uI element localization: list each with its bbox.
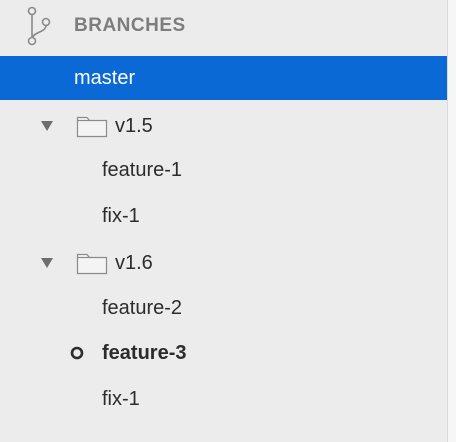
- branch-label: feature-1: [102, 159, 183, 181]
- folder-label: v1.5: [115, 115, 153, 137]
- disclosure-triangle-expanded-icon[interactable]: [40, 257, 54, 269]
- current-branch-icon: [70, 346, 84, 360]
- folder-icon: [76, 253, 108, 275]
- folder-item-v1-5[interactable]: v1.5: [0, 104, 447, 148]
- branch-item-feature-1[interactable]: feature-1: [0, 148, 447, 192]
- branch-item-feature-3[interactable]: feature-3: [0, 331, 447, 375]
- branch-label: feature-3: [102, 342, 187, 364]
- panel-divider[interactable]: [447, 0, 456, 442]
- branch-item-fix-1[interactable]: fix-1: [0, 194, 447, 238]
- branch-label: feature-2: [102, 297, 183, 319]
- folder-item-v1-6[interactable]: v1.6: [0, 241, 447, 285]
- branches-sidebar: BRANCHES master v1.5 feature-1 fix-1 v1.…: [0, 0, 447, 442]
- branch-item-fix-1[interactable]: fix-1: [0, 377, 447, 421]
- disclosure-triangle-expanded-icon[interactable]: [40, 120, 54, 132]
- branch-item-feature-2[interactable]: feature-2: [0, 286, 447, 330]
- section-title: BRANCHES: [74, 15, 186, 36]
- folder-icon: [76, 116, 108, 138]
- branch-label: fix-1: [102, 388, 140, 410]
- branch-item-master[interactable]: master: [0, 56, 447, 100]
- branches-section-header[interactable]: BRANCHES: [0, 0, 447, 56]
- branch-label: master: [74, 67, 136, 89]
- branch-label: fix-1: [102, 205, 140, 227]
- folder-label: v1.6: [115, 252, 153, 274]
- git-branch-icon: [27, 6, 51, 46]
